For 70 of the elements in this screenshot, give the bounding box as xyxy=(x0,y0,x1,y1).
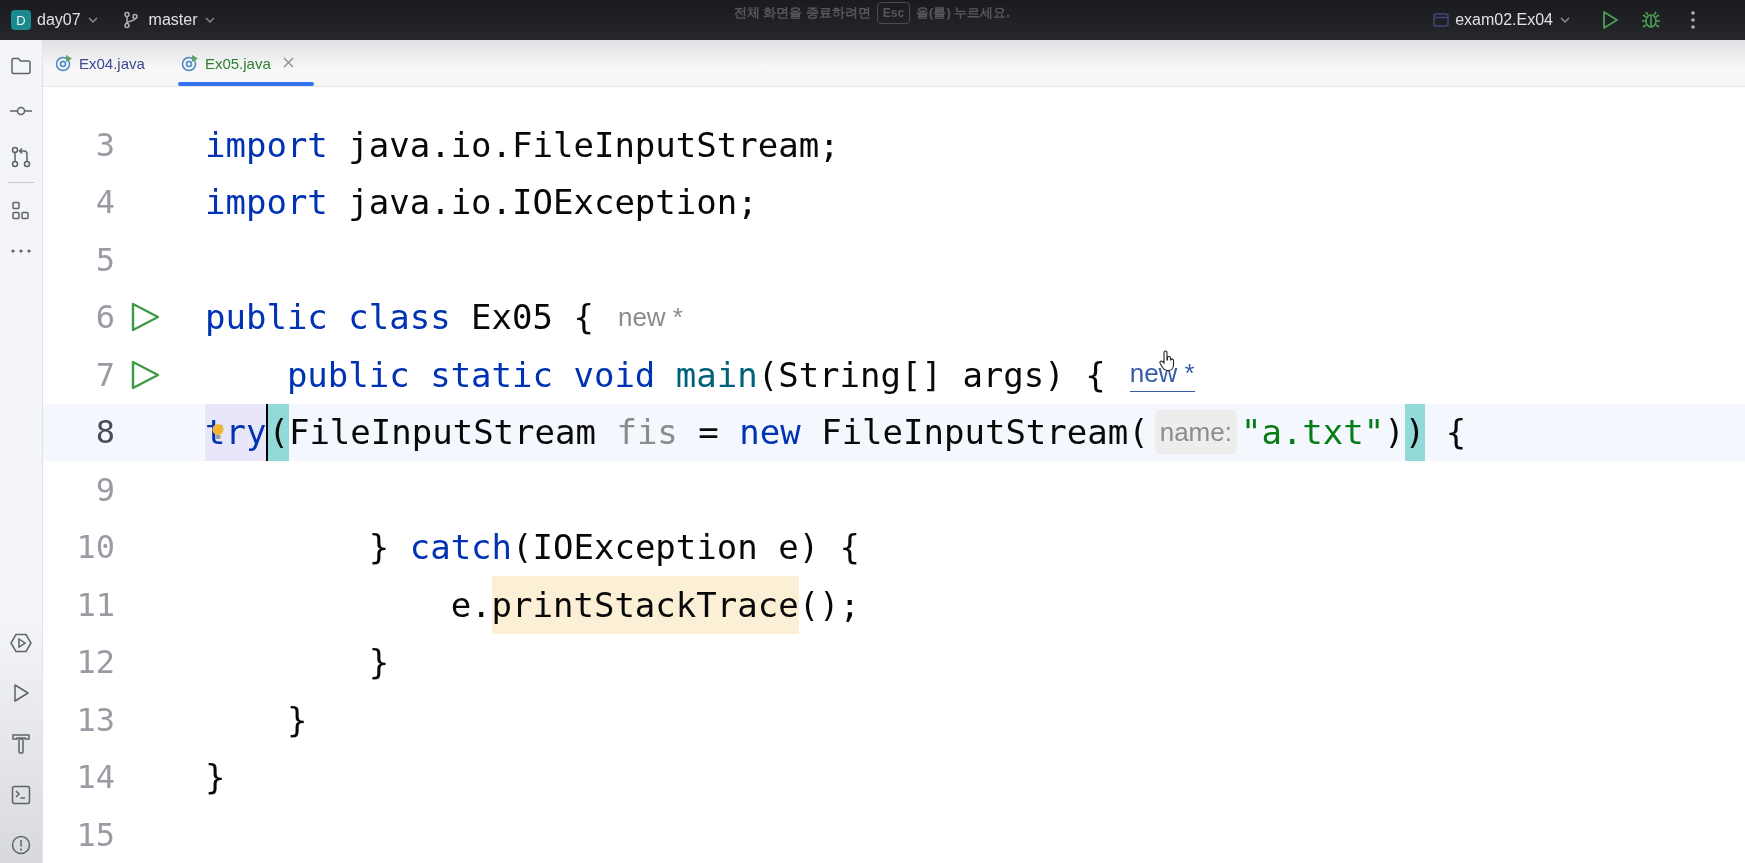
folder-icon[interactable] xyxy=(10,56,32,76)
terminal-icon[interactable] xyxy=(11,785,31,805)
java-class-icon xyxy=(180,54,199,72)
line-number: 10 xyxy=(75,528,115,567)
line-number: 3 xyxy=(94,125,115,164)
branch-name[interactable]: master xyxy=(148,11,198,29)
hint-text: 전체 화면을 종료하려면 xyxy=(733,4,871,22)
code-text: } xyxy=(285,698,308,742)
code-text: } xyxy=(205,756,226,800)
window-icon xyxy=(1433,13,1450,27)
keyword: catch xyxy=(409,526,513,570)
run-icon[interactable] xyxy=(1601,10,1619,30)
branch-icon[interactable] xyxy=(122,11,139,29)
run-icon[interactable] xyxy=(129,358,161,391)
problems-icon[interactable] xyxy=(11,835,31,855)
debug-icon[interactable] xyxy=(1641,10,1661,30)
line-number: 5 xyxy=(94,240,115,279)
more-icon[interactable] xyxy=(1691,11,1695,29)
line-number: 13 xyxy=(75,700,115,739)
variable-name: fis xyxy=(616,411,678,455)
code-text: e. xyxy=(449,583,492,627)
code-text: FileInputStream xyxy=(288,411,597,455)
line-number: 4 xyxy=(94,183,115,222)
code-text: = xyxy=(697,411,720,455)
code-text: printStackTrace xyxy=(491,576,799,634)
commit-icon[interactable] xyxy=(10,106,32,116)
code-text: } xyxy=(367,526,391,570)
parameter-hint: name: xyxy=(1154,410,1237,455)
line-number: 15 xyxy=(75,815,115,854)
project-badge[interactable]: D xyxy=(11,10,31,30)
code-text: FileInputStream( xyxy=(820,411,1149,455)
esc-key: Esc xyxy=(876,2,911,24)
file-tab[interactable]: Ex04.java xyxy=(55,40,159,86)
pull-request-icon[interactable] xyxy=(11,146,31,168)
line-number: 11 xyxy=(75,585,115,624)
code-text: Ex05 { xyxy=(470,296,594,340)
keyword: import xyxy=(205,181,328,225)
keyword: import xyxy=(205,123,328,167)
run-configuration[interactable]: exam02.Ex04 xyxy=(1455,11,1553,29)
keyword: public class xyxy=(205,296,451,340)
run-icon[interactable] xyxy=(12,683,30,703)
code-text: java.io.FileInputStream; xyxy=(347,123,840,167)
code-text: { xyxy=(1444,411,1467,455)
code-text: (String[] args) { xyxy=(757,353,1106,397)
services-icon[interactable] xyxy=(10,633,32,653)
run-icon[interactable] xyxy=(129,301,161,334)
method-name: main xyxy=(675,353,758,397)
line-number: 7 xyxy=(94,355,115,394)
project-name[interactable]: day07 xyxy=(37,11,81,29)
line-number: 14 xyxy=(75,758,115,797)
code-text: (); xyxy=(798,583,861,627)
string-literal: "a.txt" xyxy=(1240,411,1385,455)
line-number: 6 xyxy=(94,298,115,337)
code-text: ( xyxy=(268,403,289,461)
keyword: public static void xyxy=(285,353,657,397)
code-text: (IOException e) { xyxy=(512,526,861,570)
keyword: new xyxy=(739,411,801,455)
more-icon[interactable] xyxy=(11,249,31,253)
hammer-icon[interactable] xyxy=(11,733,31,755)
lightbulb-icon[interactable] xyxy=(211,423,225,442)
hint-text: 을(를) 누르세요. xyxy=(916,4,1010,22)
code-text: ) xyxy=(1404,403,1426,461)
java-class-icon xyxy=(55,54,73,72)
line-number: 8 xyxy=(94,413,115,452)
code-text: } xyxy=(367,641,390,685)
code-text: java.io.IOException; xyxy=(347,181,758,225)
line-number: 12 xyxy=(75,643,115,682)
code-text: ) xyxy=(1384,411,1405,455)
line-number: 9 xyxy=(94,470,115,509)
structure-icon[interactable] xyxy=(11,201,31,221)
